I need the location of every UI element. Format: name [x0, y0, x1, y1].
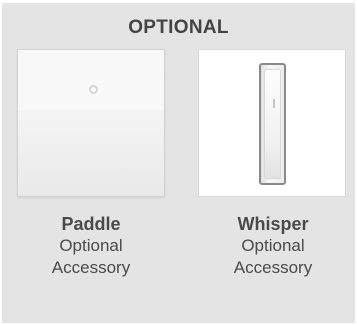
- paddle-subtitle-line-1: Optional: [59, 236, 123, 255]
- whisper-title: Whisper: [237, 214, 309, 234]
- paddle-switch-image[interactable]: [17, 49, 165, 197]
- toggle-face: [264, 69, 281, 179]
- led-indicator-icon: [89, 85, 98, 94]
- whisper-caption: Whisper Optional Accessory: [188, 213, 357, 279]
- whisper-subtitle-line-1: Optional: [241, 236, 305, 255]
- whisper-switch-image[interactable]: [198, 49, 346, 197]
- section-heading: OPTIONAL: [128, 17, 229, 38]
- whisper-toggle-icon: [259, 63, 286, 185]
- paddle-title: Paddle: [61, 214, 121, 234]
- whisper-subtitle-line-2: Accessory: [233, 258, 313, 277]
- paddle-subtitle-line-2: Accessory: [51, 258, 131, 277]
- optional-accessories-panel: OPTIONAL Paddle Optional Accessory Whisp…: [2, 3, 355, 323]
- paddle-caption: Paddle Optional Accessory: [6, 213, 176, 279]
- toggle-indicator-mark: [273, 99, 275, 108]
